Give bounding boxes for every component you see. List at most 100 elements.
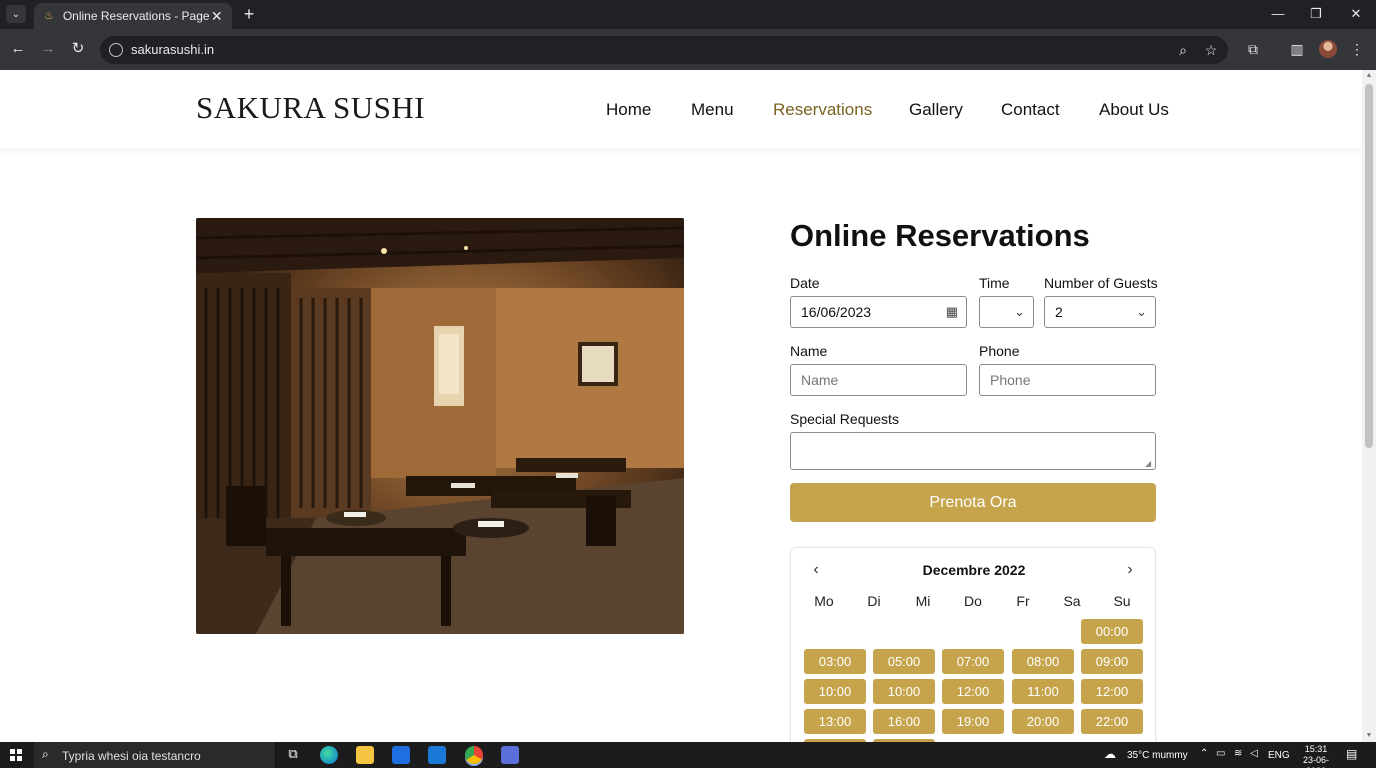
file-explorer-icon[interactable]: [356, 746, 374, 764]
edge-browser-icon[interactable]: [320, 746, 338, 764]
weekday-mi: Mi: [915, 593, 931, 609]
nav-home[interactable]: Home: [606, 100, 651, 120]
windows-start-icon[interactable]: [10, 749, 22, 761]
zoom-icon[interactable]: ⌕: [1174, 41, 1192, 59]
nav-about-us[interactable]: About Us: [1099, 100, 1169, 120]
guests-label: Number of Guests: [1044, 275, 1158, 291]
clock-time: 15:31: [1304, 744, 1328, 754]
url-text[interactable]: sakurasushi.in: [131, 42, 214, 57]
time-slot[interactable]: 03:00: [804, 649, 866, 674]
time-slot[interactable]: 10:00: [873, 679, 935, 704]
close-window-icon[interactable]: ✕: [1341, 4, 1371, 24]
profile-avatar[interactable]: [1319, 40, 1337, 58]
app-icon[interactable]: [501, 746, 519, 764]
notifications-icon[interactable]: ▤: [1346, 747, 1357, 761]
date-field[interactable]: 16/06/2023 ▦: [790, 296, 967, 328]
prev-month-icon[interactable]: ‹: [806, 560, 826, 580]
time-slot[interactable]: 20:00: [1012, 709, 1074, 734]
weekday-su: Su: [1113, 593, 1131, 609]
clock[interactable]: 15:31 23-06-2022: [1296, 744, 1336, 777]
weekday-sa: Sa: [1063, 593, 1081, 609]
web-page: SAKURA SUSHI Home Menu Reservations Gall…: [0, 70, 1362, 742]
restore-icon[interactable]: ❐: [1301, 4, 1331, 24]
requests-label: Special Requests: [790, 411, 899, 427]
phone-label: Phone: [979, 343, 1020, 359]
name-field[interactable]: [790, 364, 967, 396]
name-input[interactable]: [801, 365, 966, 395]
language-indicator[interactable]: ENG: [1268, 750, 1290, 761]
submit-reservation-button[interactable]: Prenota Ora: [790, 483, 1156, 522]
time-slot[interactable]: 13:00: [804, 709, 866, 734]
taskbar-search[interactable]: ⌕ Typria whesi oia testancro: [34, 742, 276, 768]
time-slot[interactable]: 08:00: [1012, 649, 1074, 674]
weekday-do: Do: [964, 593, 982, 609]
time-slot[interactable]: 12:00: [1081, 679, 1143, 704]
time-slot[interactable]: 16:00: [873, 709, 935, 734]
site-logo[interactable]: SAKURA SUSHI: [196, 90, 425, 126]
time-slot[interactable]: 10:00: [804, 679, 866, 704]
battery-icon[interactable]: ▭: [1216, 748, 1225, 759]
tab-title: Online Reservations - Page: [62, 9, 210, 23]
time-slot[interactable]: 07:00: [942, 649, 1004, 674]
scroll-up-icon[interactable]: ▲: [1362, 70, 1376, 82]
phone-field[interactable]: [979, 364, 1156, 396]
time-slot[interactable]: 11:00: [1012, 679, 1074, 704]
special-requests-textarea[interactable]: ◢: [790, 432, 1156, 470]
time-select[interactable]: ⌄: [979, 296, 1034, 328]
windows-taskbar: ⌕ Typria whesi oia testancro ⧉ ☁ 35°C mu…: [0, 742, 1376, 776]
phone-input[interactable]: [990, 365, 1155, 395]
scrollbar-thumb[interactable]: [1365, 84, 1373, 448]
back-arrow-icon[interactable]: ←: [8, 39, 28, 59]
resize-grip-icon[interactable]: ◢: [1145, 460, 1153, 468]
time-slot[interactable]: 05:00: [873, 649, 935, 674]
time-slot[interactable]: 12:00: [942, 679, 1004, 704]
wifi-icon[interactable]: ≋: [1234, 748, 1242, 759]
calendar-month: Decembre 2022: [922, 562, 1026, 578]
guests-select[interactable]: 2 ⌄: [1044, 296, 1156, 328]
page-title: Online Reservations: [790, 218, 1090, 253]
nav-menu[interactable]: Menu: [691, 100, 734, 120]
bookmark-star-icon[interactable]: ☆: [1202, 41, 1220, 59]
weather-text[interactable]: 35°C mummy: [1127, 750, 1188, 761]
time-slot[interactable]: 19:00: [942, 709, 1004, 734]
close-tab-icon[interactable]: ✕: [210, 8, 224, 25]
nav-reservations[interactable]: Reservations: [773, 100, 872, 120]
date-value: 16/06/2023: [801, 304, 872, 320]
calendar-icon[interactable]: ▦: [946, 297, 958, 327]
scroll-down-icon[interactable]: ▼: [1362, 730, 1376, 742]
reservation-calendar: Decembre 2022 ‹ › Mo Di Mi Do Fr Sa Su 0…: [790, 547, 1156, 742]
new-tab-plus-icon[interactable]: +: [240, 4, 258, 24]
more-menu-icon[interactable]: ⋮: [1347, 39, 1367, 59]
site-favicon-icon: ♨: [44, 10, 54, 22]
nav-contact[interactable]: Contact: [1001, 100, 1060, 120]
time-slot[interactable]: 22:00: [1081, 709, 1143, 734]
side-panel-icon[interactable]: ▥: [1287, 39, 1307, 59]
volume-icon[interactable]: ◁: [1250, 748, 1258, 759]
browser-tab[interactable]: ♨ Online Reservations - Page ✕: [34, 3, 232, 29]
weather-cloud-icon[interactable]: ☁: [1104, 747, 1116, 761]
page-scrollbar[interactable]: ▲ ▼: [1362, 70, 1376, 742]
extensions-puzzle-icon[interactable]: ⧉: [1243, 39, 1263, 59]
taskbar-search-placeholder: Typria whesi oia testancro: [62, 749, 201, 763]
next-month-icon[interactable]: ›: [1120, 560, 1140, 580]
restaurant-interior-image: [196, 218, 684, 634]
task-view-icon[interactable]: ⧉: [284, 746, 302, 764]
reload-icon[interactable]: ↻: [68, 39, 88, 59]
chevron-up-icon[interactable]: ⌃: [1200, 748, 1208, 759]
nav-gallery[interactable]: Gallery: [909, 100, 963, 120]
time-label: Time: [979, 275, 1010, 291]
weekday-mo: Mo: [814, 593, 834, 609]
site-info-icon[interactable]: [109, 43, 123, 57]
weekday-fr: Fr: [1016, 593, 1030, 609]
tab-list-chevron-icon[interactable]: ⌄: [6, 5, 26, 23]
minimize-icon[interactable]: —: [1263, 4, 1293, 24]
store-icon[interactable]: [392, 746, 410, 764]
browser-tab-bar: ⌄ ♨ Online Reservations - Page ✕ + — ❐ ✕: [0, 0, 1376, 29]
time-slot[interactable]: 00:00: [1081, 619, 1143, 644]
chevron-down-icon: ⌄: [1136, 304, 1147, 319]
mail-icon[interactable]: [428, 746, 446, 764]
time-slot[interactable]: 09:00: [1081, 649, 1143, 674]
address-bar[interactable]: sakurasushi.in ⌕ ☆: [100, 36, 1228, 64]
forward-arrow-icon[interactable]: →: [38, 39, 58, 59]
chrome-icon[interactable]: [465, 746, 483, 764]
